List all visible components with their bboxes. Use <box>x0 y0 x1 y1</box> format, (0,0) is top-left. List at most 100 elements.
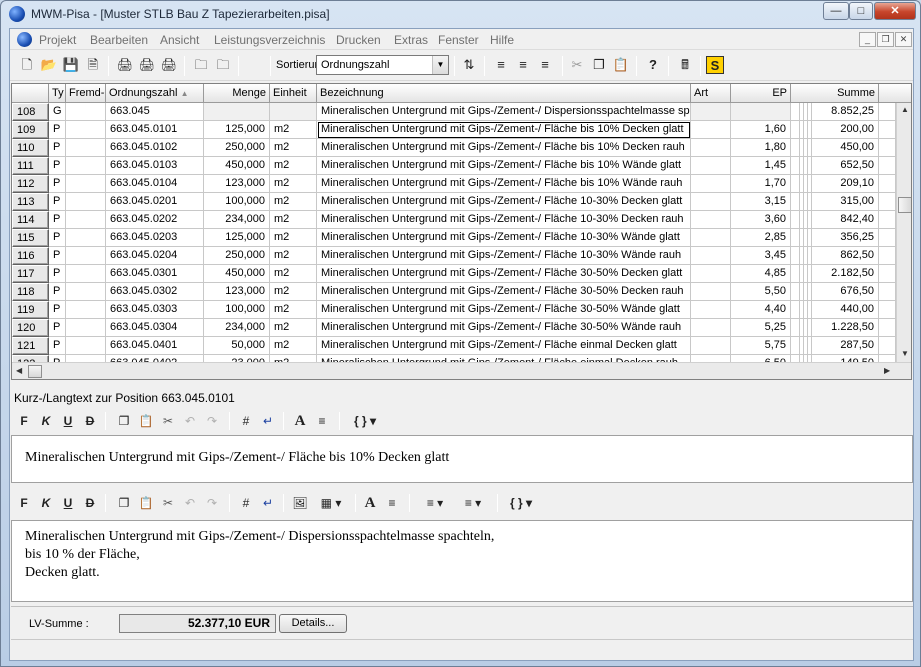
hash-icon[interactable]: # <box>237 494 255 512</box>
cell-typ[interactable]: P <box>49 193 66 211</box>
cell-fremd[interactable] <box>66 193 106 211</box>
paste-icon[interactable]: 📋 <box>137 494 155 512</box>
cell-summe[interactable]: 440,00 <box>807 301 879 319</box>
copy-icon[interactable]: ❐ <box>115 494 133 512</box>
cell-typ[interactable]: P <box>49 301 66 319</box>
cell-bez[interactable]: Mineralischen Untergrund mit Gips-/Zemen… <box>317 193 691 211</box>
row-header[interactable]: 109 <box>12 121 49 139</box>
cell-einheit[interactable]: m2 <box>270 229 317 247</box>
table-row[interactable]: 112 P 663.045.0104 123,000 m2 Mineralischen U… <box>12 175 911 193</box>
new-file-icon[interactable]: 🗋 <box>18 56 36 74</box>
cell-pad[interactable] <box>879 265 896 283</box>
paragraph-icon[interactable]: ≡ <box>313 412 331 430</box>
scroll-right-icon[interactable]: ▶ <box>884 366 890 375</box>
cell-menge[interactable]: 234,000 <box>204 319 270 337</box>
cell-einheit[interactable]: m2 <box>270 139 317 157</box>
cell-art[interactable] <box>691 103 731 121</box>
cell-pad[interactable] <box>879 229 896 247</box>
cell-summe[interactable]: 450,00 <box>807 139 879 157</box>
hash-icon[interactable]: # <box>237 412 255 430</box>
paste-icon[interactable]: 📋 <box>137 412 155 430</box>
cell-art[interactable] <box>691 265 731 283</box>
header-bezeichnung[interactable]: Bezeichnung <box>317 84 691 103</box>
cell-fremd[interactable] <box>66 247 106 265</box>
redo-icon[interactable]: ↷ <box>203 412 221 430</box>
font-icon[interactable]: A <box>361 494 379 512</box>
cell-typ[interactable]: P <box>49 175 66 193</box>
header-art[interactable]: Art <box>691 84 731 103</box>
table-row[interactable]: 118 P 663.045.0302 123,000 m2 Mineralischen U… <box>12 283 911 301</box>
summary-s-icon[interactable]: S <box>706 56 724 74</box>
cell-einheit[interactable]: m2 <box>270 175 317 193</box>
image-icon[interactable]: 🖼 <box>291 494 309 512</box>
row-header[interactable]: 116 <box>12 247 49 265</box>
header-menge[interactable]: Menge <box>204 84 270 103</box>
cell-pad[interactable] <box>879 301 896 319</box>
cell-typ[interactable]: P <box>49 229 66 247</box>
details-button[interactable]: Details... <box>279 614 347 633</box>
cell-fremd[interactable] <box>66 301 106 319</box>
mdi-restore-button[interactable]: ❐ <box>877 32 894 47</box>
cell-typ[interactable]: P <box>49 337 66 355</box>
redo-icon[interactable]: ↷ <box>203 494 221 512</box>
braces-dropdown-icon[interactable]: { } ▾ <box>503 494 539 512</box>
cell-einheit[interactable]: m2 <box>270 157 317 175</box>
paragraph-icon[interactable]: ≡ <box>383 494 401 512</box>
cell-typ[interactable]: P <box>49 283 66 301</box>
cell-art[interactable] <box>691 193 731 211</box>
cell-fremd[interactable] <box>66 211 106 229</box>
horizontal-scroll-thumb[interactable] <box>28 365 42 378</box>
cell-summe[interactable]: 315,00 <box>807 193 879 211</box>
row-header[interactable]: 112 <box>12 175 49 193</box>
cell-menge[interactable]: 450,000 <box>204 265 270 283</box>
table-row[interactable]: 111 P 663.045.0103 450,000 m2 Mineralischen U… <box>12 157 911 175</box>
cell-menge[interactable]: 250,000 <box>204 139 270 157</box>
cell-art[interactable] <box>691 283 731 301</box>
cell-menge[interactable]: 50,000 <box>204 337 270 355</box>
scroll-up-icon[interactable]: ▲ <box>901 105 909 114</box>
bold-icon[interactable]: F <box>15 412 33 430</box>
sort-dropdown[interactable]: Ordnungszahl ▼ <box>316 55 449 75</box>
cell-oz[interactable]: 663.045.0201 <box>106 193 204 211</box>
cell-bez[interactable]: Mineralischen Untergrund mit Gips-/Zemen… <box>317 139 691 157</box>
cell-oz[interactable]: 663.045.0104 <box>106 175 204 193</box>
row-header[interactable]: 115 <box>12 229 49 247</box>
cell-oz[interactable]: 663.045.0303 <box>106 301 204 319</box>
cell-art[interactable] <box>691 121 731 139</box>
italic-icon[interactable]: K <box>37 412 55 430</box>
cell-ep[interactable]: 4,85 <box>731 265 791 283</box>
row-header[interactable]: 114 <box>12 211 49 229</box>
line-break-icon[interactable]: ↵ <box>259 412 277 430</box>
cell-ep[interactable]: 2,85 <box>731 229 791 247</box>
cell-pad[interactable] <box>879 337 896 355</box>
cell-einheit[interactable]: m2 <box>270 193 317 211</box>
cell-fremd[interactable] <box>66 319 106 337</box>
cell-oz[interactable]: 663.045.0202 <box>106 211 204 229</box>
cell-summe[interactable]: 287,50 <box>807 337 879 355</box>
horizontal-scrollbar[interactable]: ◀ ▶ <box>12 362 911 379</box>
cell-ep[interactable]: 3,15 <box>731 193 791 211</box>
braces-dropdown-icon[interactable]: { } ▾ <box>347 412 383 430</box>
cell-oz[interactable]: 663.045 <box>106 103 204 121</box>
header-summe[interactable]: Summe <box>807 84 879 103</box>
cell-ep[interactable]: 1,70 <box>731 175 791 193</box>
export-icon[interactable]: 🗀 <box>214 56 232 74</box>
cell-ep[interactable]: 5,50 <box>731 283 791 301</box>
cell-menge[interactable]: 123,000 <box>204 175 270 193</box>
cell-einheit[interactable]: m2 <box>270 337 317 355</box>
menu-projekt[interactable]: Projekt <box>39 33 76 47</box>
scroll-left-icon[interactable]: ◀ <box>16 366 22 375</box>
cell-summe[interactable]: 8.852,25 <box>807 103 879 121</box>
cell-ep[interactable] <box>731 103 791 121</box>
bullet-list-dropdown-icon[interactable]: ≡ ▾ <box>417 494 453 512</box>
cell-bez[interactable]: Mineralischen Untergrund mit Gips-/Zemen… <box>317 229 691 247</box>
cell-summe[interactable]: 200,00 <box>807 121 879 139</box>
row-header[interactable]: 110 <box>12 139 49 157</box>
minimize-button[interactable]: — <box>823 2 849 20</box>
cell-pad[interactable] <box>879 283 896 301</box>
sort-order-icon[interactable]: ⇅ <box>460 56 478 74</box>
cell-ep[interactable]: 3,60 <box>731 211 791 229</box>
cell-bez[interactable]: Mineralischen Untergrund mit Gips-/Zemen… <box>317 319 691 337</box>
table-row[interactable]: 110 P 663.045.0102 250,000 m2 Mineralischen U… <box>12 139 911 157</box>
cut-icon[interactable]: ✂ <box>159 494 177 512</box>
